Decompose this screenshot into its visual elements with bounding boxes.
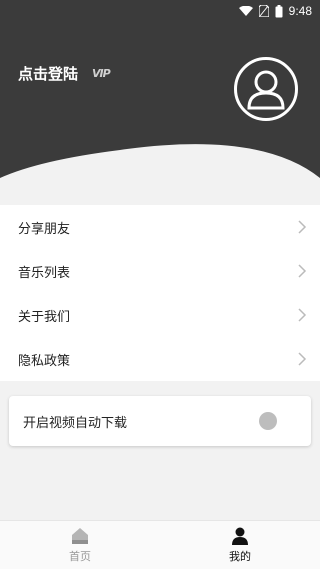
menu-item-label: 分享朋友 [18,221,71,237]
menu-item-label: 音乐列表 [18,265,71,281]
avatar[interactable] [234,57,298,121]
auto-download-toggle[interactable] [259,412,277,430]
bottom-tab-bar: 首页 我的 [0,520,320,569]
vip-badge: VIP [92,67,111,80]
chevron-right-icon [298,220,307,234]
menu-item-label: 关于我们 [18,309,71,325]
wifi-icon [238,5,253,16]
auto-download-setting: 开启视频自动下载 [9,396,311,446]
status-time: 9:48 [288,4,312,18]
home-icon [72,527,88,544]
menu-item-privacy[interactable]: 隐私政策 [0,337,320,381]
user-avatar-icon [247,70,285,110]
tab-home[interactable]: 首页 [0,521,160,569]
chevron-right-icon [298,308,307,322]
battery-icon [275,4,283,17]
login-text[interactable]: 点击登陆 [18,63,78,84]
auto-download-label: 开启视频自动下载 [23,415,128,431]
status-bar: 9:48 [0,0,320,22]
tab-label: 我的 [229,549,251,563]
chevron-right-icon [298,264,307,278]
sim-icon [258,5,269,17]
chevron-right-icon [298,352,307,366]
menu-item-share[interactable]: 分享朋友 [0,205,320,249]
user-icon [232,527,248,545]
menu-item-label: 隐私政策 [18,353,71,369]
tab-label: 首页 [69,549,91,563]
menu-item-music-list[interactable]: 音乐列表 [0,249,320,293]
tab-mine[interactable]: 我的 [160,521,320,569]
login-link[interactable]: 点击登陆 VIP [18,63,111,84]
settings-menu: 分享朋友 音乐列表 关于我们 隐私政策 [0,205,320,381]
menu-item-about[interactable]: 关于我们 [0,293,320,337]
